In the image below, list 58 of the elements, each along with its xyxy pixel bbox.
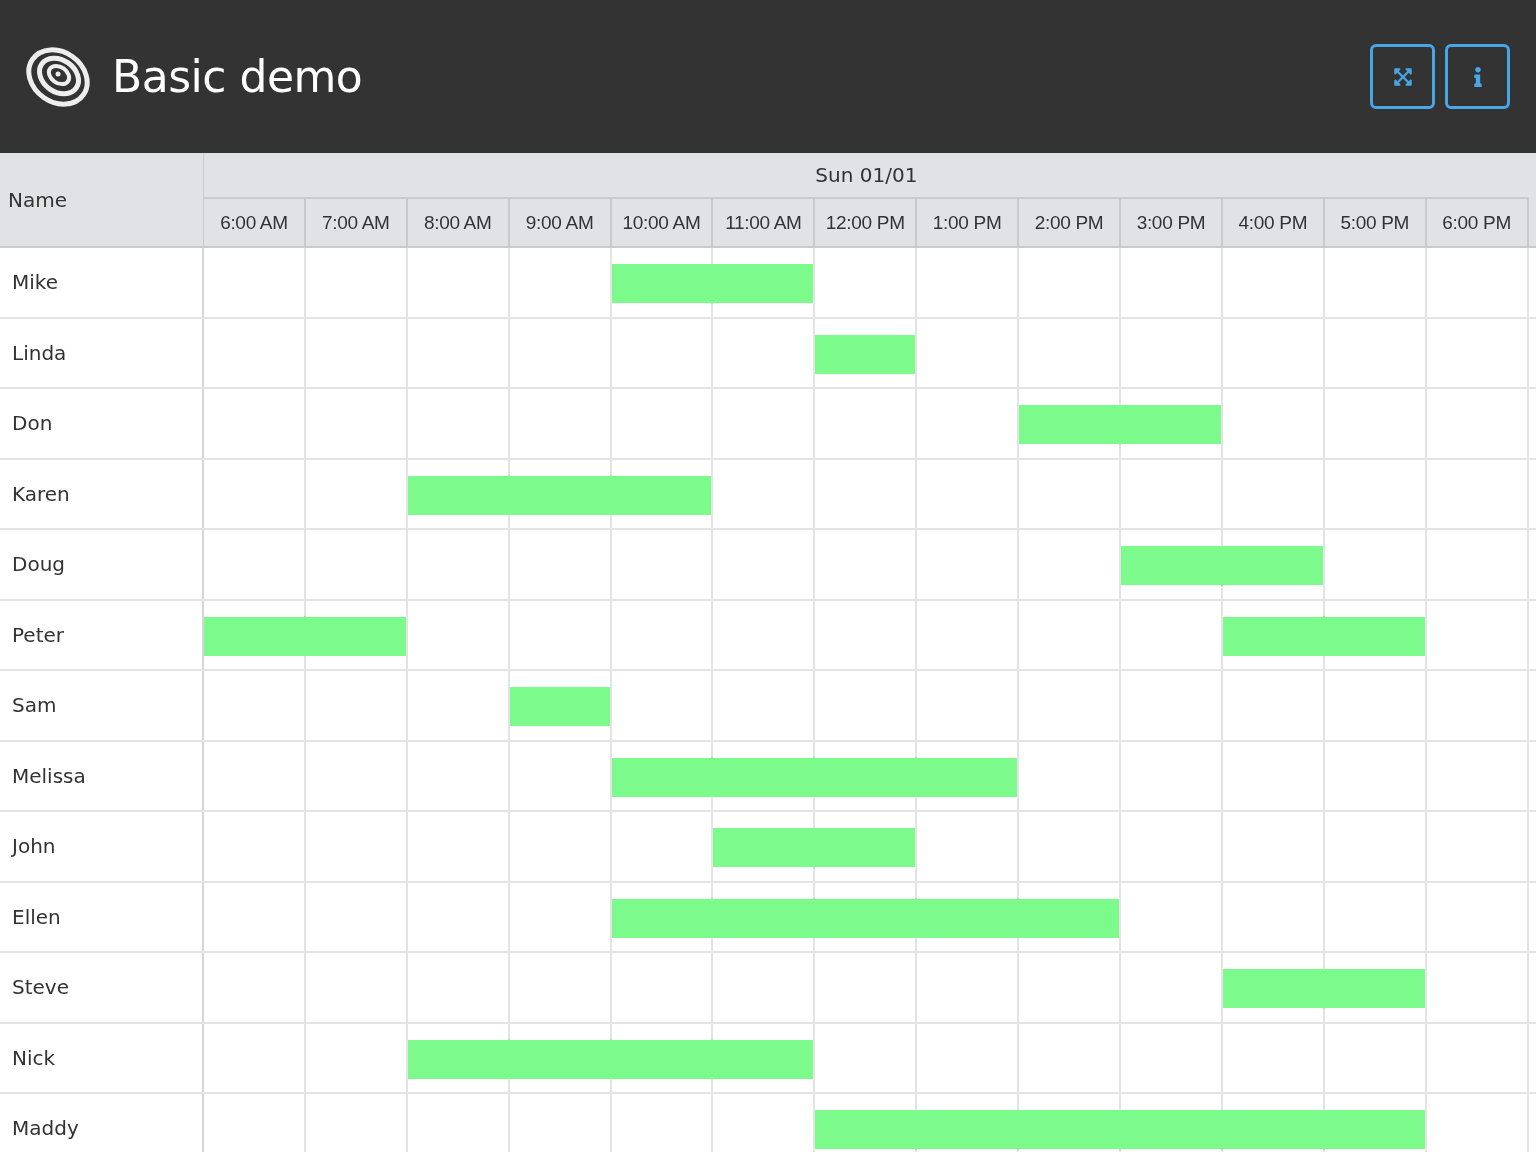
resource-name: Nick: [0, 1023, 204, 1092]
hour-header: 6:00 PM: [1426, 199, 1529, 246]
booked-slot[interactable]: [917, 741, 1020, 810]
hour-header: 9:00 AM: [509, 199, 612, 246]
page-title: Basic demo: [112, 51, 364, 102]
booked-slot[interactable]: [611, 882, 714, 951]
hour-header: 12:00 PM: [815, 199, 918, 246]
resource-name: John: [0, 812, 204, 881]
booked-slot[interactable]: [815, 318, 918, 387]
booked-slot[interactable]: [1019, 882, 1121, 951]
resource-name: Doug: [0, 530, 204, 599]
resource-name: Sam: [0, 671, 204, 740]
fullscreen-button[interactable]: [1370, 44, 1435, 109]
resource-name: Melissa: [0, 741, 204, 810]
column-header: Name: [0, 153, 204, 246]
booked-slot[interactable]: [407, 459, 510, 528]
booked-slot[interactable]: [1019, 389, 1121, 458]
hour-header: 6:00 AM: [204, 199, 306, 246]
hour-header: 2:00 PM: [1019, 199, 1121, 246]
booked-slot[interactable]: [611, 741, 714, 810]
info-button[interactable]: [1445, 44, 1510, 109]
expand-icon: [1392, 66, 1413, 87]
resource-name: Peter: [0, 600, 204, 669]
resource-name: Maddy: [0, 1094, 204, 1152]
resource-name: Steve: [0, 953, 204, 1022]
booked-slot[interactable]: [1121, 530, 1223, 599]
hour-header: 1:00 PM: [917, 199, 1020, 246]
booked-slot[interactable]: [713, 248, 816, 317]
resource-name: Ellen: [0, 882, 204, 951]
booked-slot[interactable]: [204, 600, 306, 669]
resource-name: Linda: [0, 318, 204, 387]
hour-header: 11:00 AM: [713, 199, 816, 246]
hour-header: 8:00 AM: [407, 199, 510, 246]
booked-slot[interactable]: [815, 1094, 918, 1152]
hour-header: 5:00 PM: [1324, 199, 1427, 246]
booked-slot[interactable]: [713, 812, 816, 881]
hour-header: 7:00 AM: [305, 199, 408, 246]
booked-slot[interactable]: [1121, 389, 1223, 458]
booked-slot[interactable]: [611, 248, 714, 317]
booked-slot[interactable]: [1222, 600, 1325, 669]
resource-name: Mike: [0, 248, 204, 317]
booked-slot[interactable]: [1324, 600, 1427, 669]
booked-slot[interactable]: [815, 812, 918, 881]
resource-name: Don: [0, 389, 204, 458]
booked-slot[interactable]: [1222, 530, 1325, 599]
resource-name: Karen: [0, 459, 204, 528]
booked-slot[interactable]: [1324, 953, 1427, 1022]
booked-slot[interactable]: [305, 600, 408, 669]
hour-header: 4:00 PM: [1222, 199, 1325, 246]
booked-slot[interactable]: [1324, 1094, 1427, 1152]
booked-slot[interactable]: [713, 1023, 816, 1092]
booked-slot[interactable]: [509, 671, 612, 740]
booked-slot[interactable]: [1222, 953, 1325, 1022]
date-header: Sun 01/01: [204, 153, 1529, 199]
hour-header: 3:00 PM: [1121, 199, 1223, 246]
booked-slot[interactable]: [611, 459, 714, 528]
hour-header: 10:00 AM: [611, 199, 714, 246]
booked-slot[interactable]: [407, 1023, 510, 1092]
